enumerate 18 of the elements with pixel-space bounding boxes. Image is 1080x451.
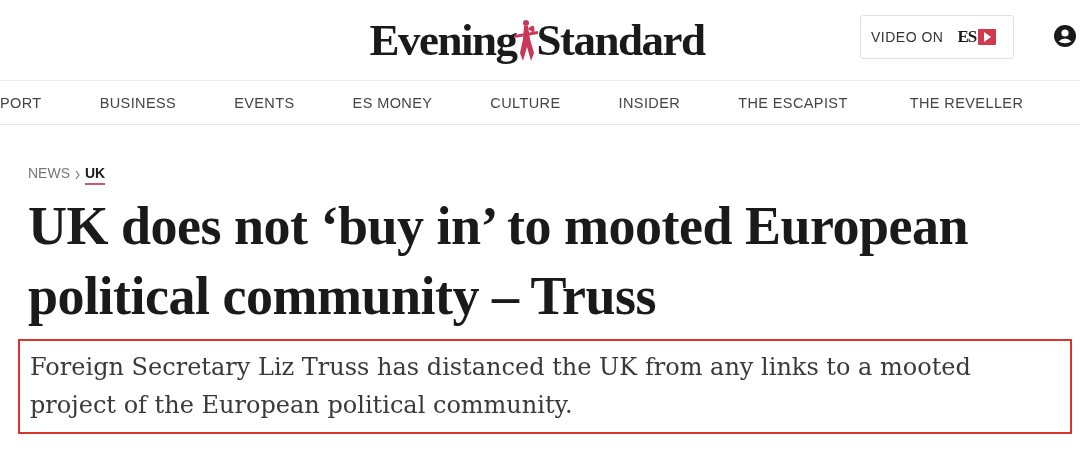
breadcrumb-link[interactable]: NEWS — [28, 165, 70, 185]
breadcrumb-link[interactable]: UK — [85, 165, 106, 185]
nav-link[interactable]: PORT — [0, 94, 42, 111]
nav-link[interactable]: CULTURE — [490, 94, 561, 111]
headline: UK does not ‘buy in’ to mooted European political community – Truss — [28, 195, 970, 328]
video-button[interactable]: VIDEO ON ES — [860, 15, 1014, 59]
logo-wordmark[interactable]: Evening — [369, 14, 517, 66]
nav-link[interactable]: BUSINESS — [99, 94, 177, 111]
nav-link[interactable]: INSIDER — [618, 94, 681, 111]
nav-link[interactable]: EVENTS — [234, 94, 295, 111]
logo-wordmark[interactable]: Standard — [536, 14, 705, 66]
nav-link[interactable]: THE REVELLER — [909, 94, 1024, 111]
nav-link[interactable]: ES MONEY — [352, 94, 433, 111]
standfirst: Foreign Secretary Liz Truss has distanced the UK from any links to a mooted project of the European political community. — [18, 339, 1072, 434]
account-icon[interactable] — [1054, 25, 1076, 47]
nav-link[interactable]: THE ESCAPIST — [738, 94, 848, 111]
chevron-icon — [75, 170, 80, 180]
play-icon — [978, 29, 997, 45]
